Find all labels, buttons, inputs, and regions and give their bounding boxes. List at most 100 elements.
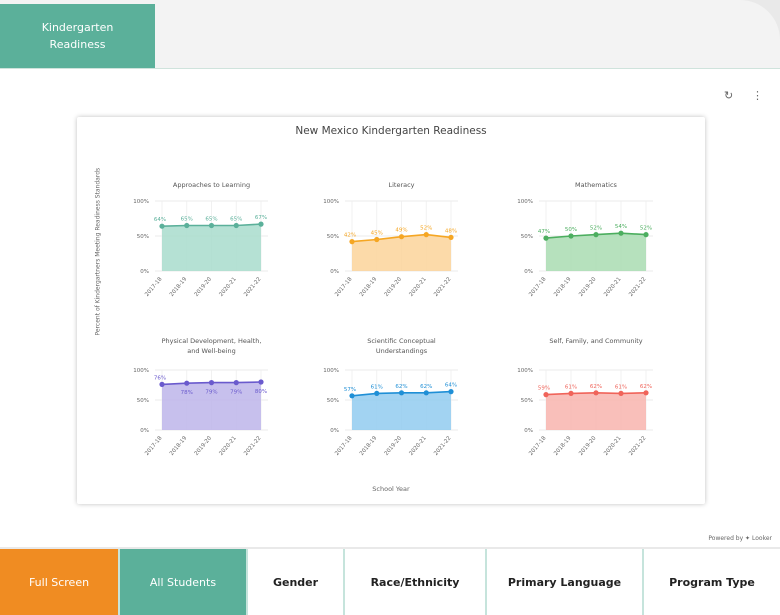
x-tick-label: 2018-19: [553, 276, 573, 298]
data-point: [208, 380, 215, 386]
x-tick-label: 2017-18: [144, 435, 164, 457]
series-area: [546, 392, 646, 430]
x-tick-label: 2019-20: [384, 435, 404, 457]
data-point: [233, 222, 239, 229]
x-tick-label: 2021-22: [243, 435, 262, 456]
data-point: [208, 222, 215, 229]
data-point: [423, 232, 429, 238]
y-tick-label: 50%: [137, 398, 149, 404]
y-tick-label: 0%: [140, 428, 149, 434]
tab-kindergarten-readiness[interactable]: Kindergarten Readiness: [0, 4, 155, 68]
data-point: [618, 390, 624, 396]
x-tick-label: 2020-21: [408, 435, 427, 456]
data-label: 65%: [230, 217, 242, 223]
data-label: 47%: [538, 229, 550, 235]
data-label: 62%: [590, 384, 602, 390]
main-content: ↻ ⋮ New Mexico Kindergarten Readiness Pe…: [0, 69, 780, 547]
x-tick-label: 2019-20: [578, 276, 598, 298]
data-label: 76%: [154, 375, 166, 381]
data-label: 67%: [255, 215, 267, 221]
data-point: [374, 236, 380, 243]
data-point: [618, 230, 624, 236]
chart-title: Mathematics: [575, 181, 618, 189]
y-tick-label: 50%: [521, 234, 533, 240]
data-label: 49%: [395, 228, 407, 234]
y-tick-label: 100%: [133, 368, 149, 374]
refresh-icon[interactable]: ↻: [724, 89, 733, 102]
tab-race-ethnicity[interactable]: Race/Ethnicity: [345, 549, 487, 615]
tab-primary-language[interactable]: Primary Language: [487, 549, 644, 615]
data-point: [258, 221, 264, 227]
data-point: [398, 390, 405, 396]
y-tick-label: 0%: [524, 269, 533, 275]
y-tick-label: 0%: [330, 428, 339, 434]
data-label: 62%: [395, 384, 407, 390]
series-area: [352, 391, 451, 430]
data-label: 65%: [181, 217, 193, 223]
data-label: 54%: [615, 224, 627, 230]
x-tick-label: 2019-20: [194, 435, 214, 457]
x-tick-label: 2019-20: [384, 276, 404, 298]
x-tick-label: 2020-21: [218, 435, 237, 456]
x-tick-label: 2018-19: [553, 435, 573, 457]
data-point: [374, 390, 380, 396]
data-label: 79%: [205, 390, 217, 396]
data-label: 64%: [154, 217, 166, 223]
x-tick-label: 2017-18: [528, 276, 548, 298]
more-vertical-icon[interactable]: ⋮: [752, 89, 763, 102]
x-tick-label: 2018-19: [359, 435, 379, 457]
data-label: 52%: [420, 226, 432, 232]
data-point: [349, 239, 355, 245]
data-label: 64%: [445, 383, 457, 389]
y-tick-label: 50%: [327, 398, 339, 404]
data-point: [543, 392, 549, 398]
tab-all-students[interactable]: All Students: [120, 549, 248, 615]
x-tick-label: 2019-20: [194, 276, 214, 298]
x-tick-label: 2019-20: [578, 435, 598, 457]
y-tick-label: 50%: [137, 234, 149, 240]
x-axis-title: School Year: [372, 485, 410, 493]
tab-gender[interactable]: Gender: [248, 549, 345, 615]
x-tick-label: 2017-18: [334, 435, 354, 457]
data-point: [593, 390, 599, 396]
data-label: 50%: [565, 227, 577, 233]
full-screen-button[interactable]: Full Screen: [0, 549, 120, 615]
series-area: [546, 233, 646, 271]
y-tick-label: 0%: [524, 428, 533, 434]
data-point: [184, 222, 190, 229]
data-point: [233, 380, 239, 386]
data-point: [568, 233, 574, 239]
y-tick-label: 100%: [517, 368, 533, 374]
x-tick-label: 2017-18: [334, 276, 354, 298]
data-point: [159, 223, 165, 229]
x-tick-label: 2017-18: [144, 276, 164, 298]
data-point: [448, 389, 454, 395]
data-label: 80%: [255, 389, 267, 395]
data-point: [258, 379, 264, 385]
chart-title: Literacy: [388, 181, 414, 189]
series-area: [162, 224, 261, 271]
tab-program-type[interactable]: Program Type: [644, 549, 780, 615]
data-label: 52%: [590, 226, 602, 232]
powered-by: Powered by ✦ Looker: [708, 535, 772, 542]
data-label: 61%: [615, 384, 627, 390]
x-tick-label: 2018-19: [169, 276, 189, 298]
x-tick-label: 2018-19: [169, 435, 189, 457]
data-label: 45%: [371, 231, 383, 237]
x-tick-label: 2021-22: [433, 435, 452, 456]
data-label: 78%: [181, 390, 193, 396]
chart-title: and Well-being: [187, 347, 235, 355]
data-point: [423, 390, 429, 396]
data-point: [593, 232, 599, 238]
dashboard-card: New Mexico Kindergarten Readiness Percen…: [77, 117, 705, 504]
charts-svg: Approaches to Learning 100% 50% 0% 64% 2017-1…: [133, 181, 653, 457]
x-tick-label: 2020-21: [218, 276, 237, 297]
y-tick-label: 50%: [327, 234, 339, 240]
chart-title: Scientific Conceptual: [367, 337, 436, 345]
x-tick-label: 2020-21: [603, 276, 622, 297]
data-point: [543, 235, 549, 241]
tab-label-line2: Readiness: [49, 38, 106, 51]
data-label: 79%: [230, 390, 242, 396]
data-label: 62%: [640, 384, 652, 390]
top-bar: Kindergarten Readiness: [0, 0, 780, 69]
